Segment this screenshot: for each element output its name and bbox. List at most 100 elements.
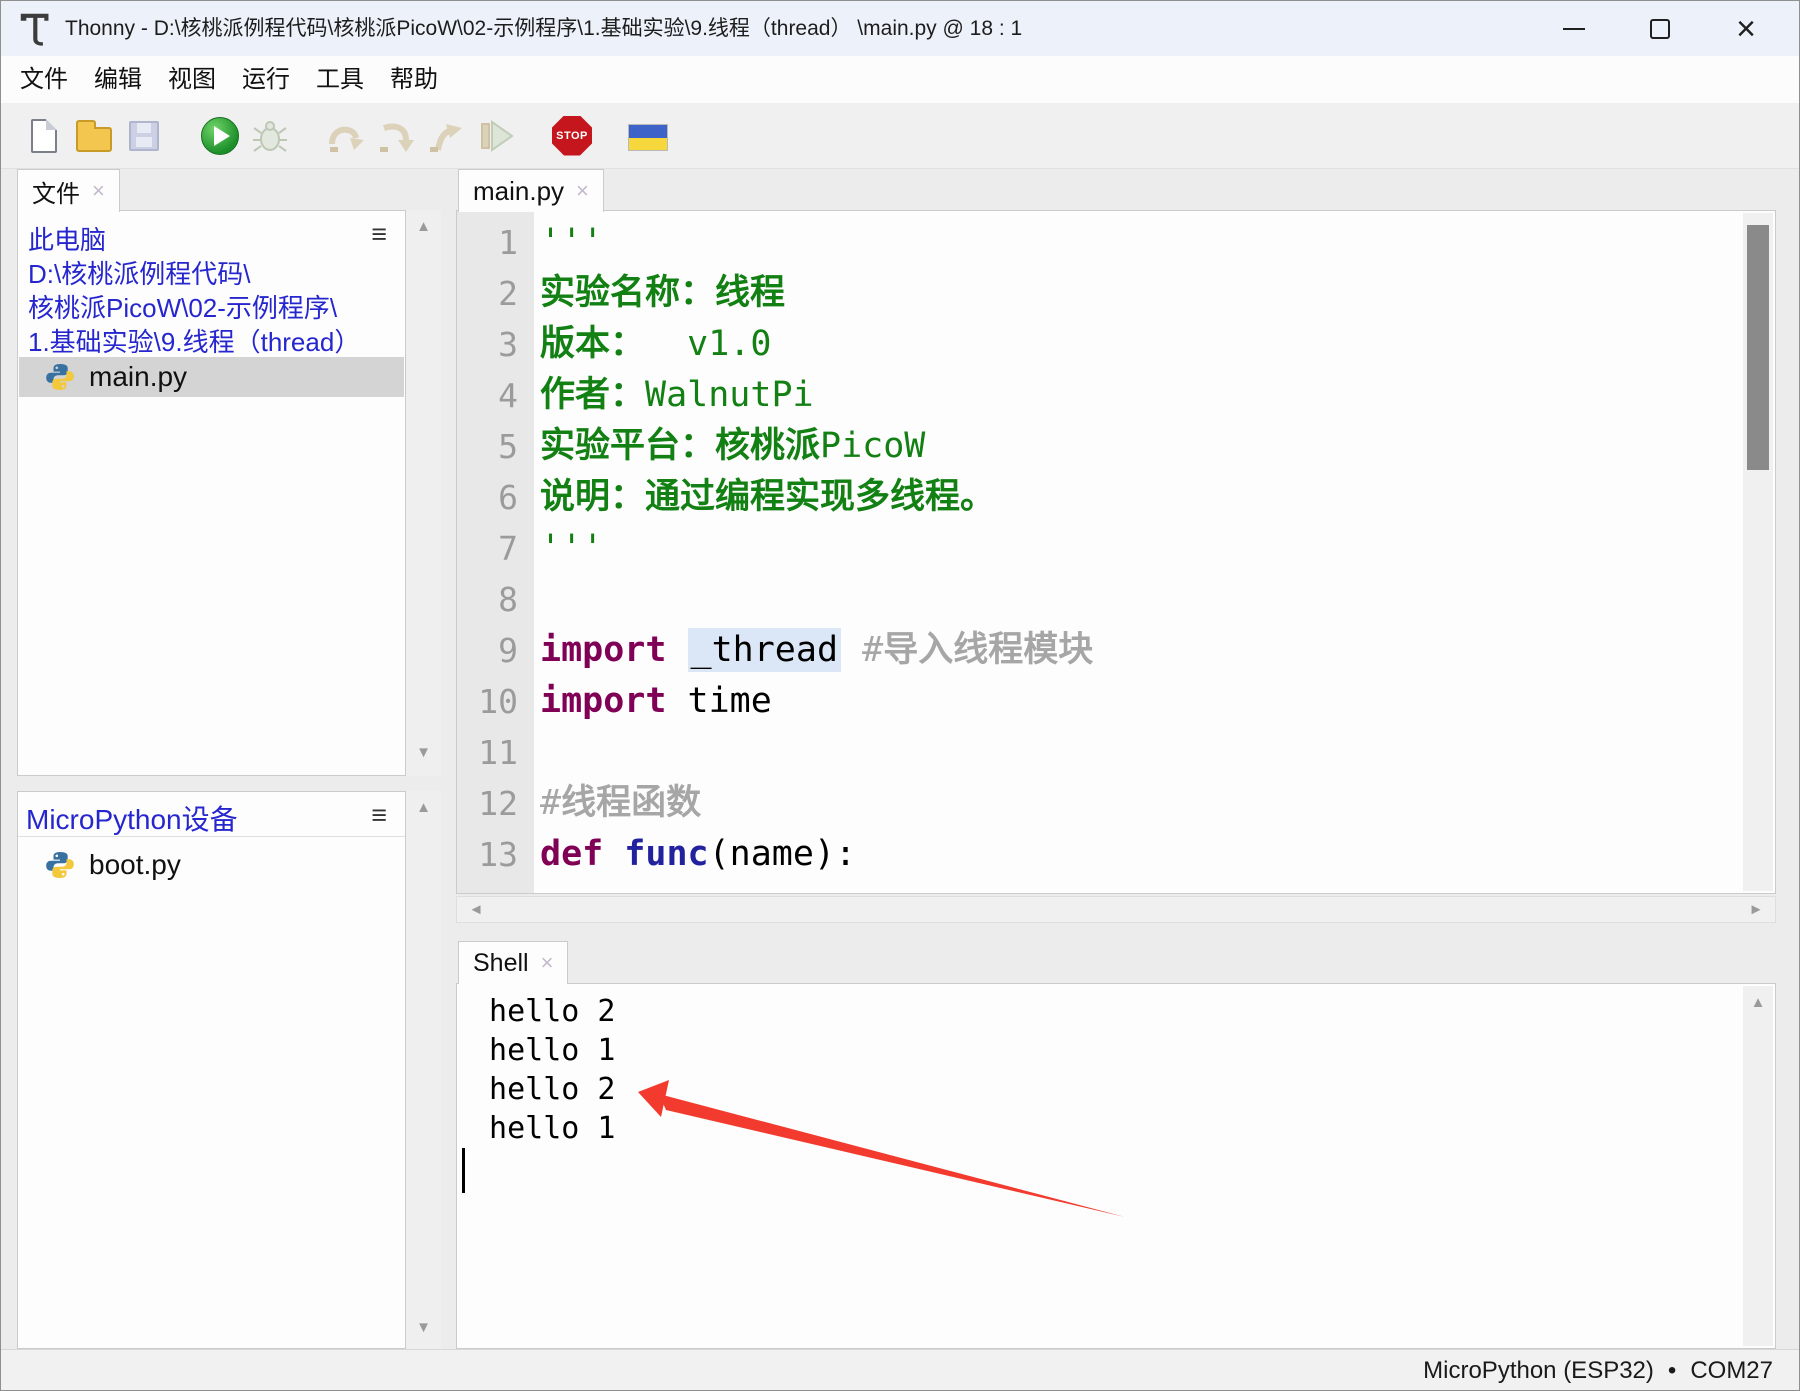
device-panel-title: MicroPython设备 bbox=[26, 798, 238, 838]
menu-tools[interactable]: 工具 bbox=[303, 56, 377, 103]
tab-shell-label: Shell bbox=[473, 949, 529, 978]
status-bar: MicroPython (ESP32) • COM27 bbox=[1, 1349, 1800, 1391]
shell-panel[interactable]: hello 2 hello 1 hello 2 hello 1 ▲ bbox=[456, 983, 1776, 1349]
shell-output-line: hello 2 bbox=[471, 1070, 616, 1109]
line-number: 13 bbox=[457, 829, 534, 880]
scroll-up-icon[interactable]: ▲ bbox=[1743, 994, 1773, 1011]
window-title: Thonny - D:\核桃派例程代码\核桃派PicoW\02-示例程序\1.基… bbox=[65, 1, 1022, 56]
toolbar-button-step-over[interactable] bbox=[325, 113, 367, 159]
file-item-main-py[interactable]: main.py bbox=[19, 357, 404, 397]
tab-main-py[interactable]: main.py × bbox=[458, 169, 604, 212]
save-file-icon bbox=[129, 121, 159, 151]
toolbar: STOP bbox=[1, 103, 1800, 169]
toolbar-button-run-script[interactable] bbox=[199, 113, 241, 159]
editor-vertical-scrollbar[interactable] bbox=[1743, 213, 1773, 891]
code-line-9: 9import _thread #导入线程模块 bbox=[457, 625, 1739, 676]
tab-files-label: 文件 bbox=[32, 174, 80, 209]
device-scrollbar[interactable]: ▲ ▼ bbox=[406, 791, 441, 1349]
close-icon: × bbox=[1736, 12, 1756, 46]
run-script-icon bbox=[201, 117, 239, 155]
port-label[interactable]: COM27 bbox=[1690, 1357, 1773, 1385]
files-panel-menu-icon[interactable]: ≡ bbox=[371, 221, 387, 248]
file-name: boot.py bbox=[89, 849, 181, 881]
minimize-button[interactable] bbox=[1541, 1, 1607, 56]
menu-run[interactable]: 运行 bbox=[229, 56, 303, 103]
tab-close-icon[interactable]: × bbox=[92, 178, 105, 204]
editor-horizontal-scrollbar[interactable]: ◄ ► bbox=[456, 896, 1776, 923]
code-text: import time bbox=[534, 676, 772, 727]
scroll-down-icon[interactable]: ▼ bbox=[406, 744, 441, 761]
code-line-4: 4作者：WalnutPi bbox=[457, 370, 1739, 421]
scroll-down-icon[interactable]: ▼ bbox=[406, 1319, 441, 1336]
text-cursor bbox=[462, 1148, 465, 1193]
shell-output-line: hello 1 bbox=[471, 1031, 616, 1070]
line-number: 6 bbox=[457, 472, 534, 523]
toolbar-button-step-out[interactable] bbox=[425, 113, 467, 159]
line-number: 11 bbox=[457, 727, 534, 778]
menu-help[interactable]: 帮助 bbox=[377, 56, 451, 103]
tab-close-icon[interactable]: × bbox=[576, 178, 589, 204]
file-tree-path-line: 核桃派PicoW\02-示例程序\ bbox=[28, 291, 395, 325]
file-name: main.py bbox=[89, 361, 187, 393]
scroll-up-icon[interactable]: ▲ bbox=[406, 799, 441, 816]
toolbar-button-resume[interactable] bbox=[475, 113, 517, 159]
file-item-boot-py[interactable]: boot.py bbox=[19, 845, 404, 885]
interpreter-selector[interactable]: MicroPython (ESP32) bbox=[1423, 1357, 1654, 1385]
toolbar-button-step-into[interactable] bbox=[375, 113, 417, 159]
device-panel-header: MicroPython设备 ≡ bbox=[18, 792, 405, 837]
tab-main-py-label: main.py bbox=[473, 176, 564, 207]
thonny-window: Thonny - D:\核桃派例程代码\核桃派PicoW\02-示例程序\1.基… bbox=[0, 0, 1800, 1391]
scroll-right-icon[interactable]: ► bbox=[1741, 901, 1771, 918]
open-file-icon bbox=[76, 127, 112, 152]
menu-file[interactable]: 文件 bbox=[7, 56, 81, 103]
code-text: 版本： v1.0 bbox=[534, 319, 771, 370]
code-line-1: 1''' bbox=[457, 217, 1739, 268]
menu-edit[interactable]: 编辑 bbox=[81, 56, 155, 103]
minimize-icon bbox=[1563, 28, 1585, 30]
scroll-left-icon[interactable]: ◄ bbox=[461, 901, 491, 918]
file-tree-path-line: D:\核桃派例程代码\ bbox=[28, 257, 395, 291]
device-panel-menu-icon[interactable]: ≡ bbox=[371, 802, 387, 829]
tab-shell[interactable]: Shell × bbox=[458, 941, 568, 984]
toolbar-button-open-file[interactable] bbox=[73, 113, 115, 159]
thonny-logo-icon bbox=[19, 11, 53, 47]
file-tree-computer[interactable]: 此电脑 bbox=[28, 223, 395, 257]
menu-view[interactable]: 视图 bbox=[155, 56, 229, 103]
toolbar-button-debug-script[interactable] bbox=[249, 113, 291, 159]
code-editor[interactable]: 1'''2实验名称：线程3版本： v1.04作者：WalnutPi5实验平台：核… bbox=[456, 210, 1776, 894]
shell-output-line: hello 1 bbox=[471, 1109, 616, 1148]
code-line-10: 10import time bbox=[457, 676, 1739, 727]
files-scrollbar[interactable]: ▲ ▼ bbox=[406, 210, 441, 776]
file-tree-root[interactable]: 此电脑D:\核桃派例程代码\核桃派PicoW\02-示例程序\1.基础实验\9.… bbox=[18, 211, 405, 359]
ukraine-flag-icon bbox=[628, 124, 668, 151]
code-line-12: 12#线程函数 bbox=[457, 778, 1739, 829]
code-text bbox=[534, 574, 540, 625]
maximize-button[interactable] bbox=[1627, 1, 1693, 56]
tab-close-icon[interactable]: × bbox=[541, 950, 554, 976]
shell-output: hello 2 hello 1 hello 2 hello 1 bbox=[471, 992, 616, 1148]
code-line-7: 7''' bbox=[457, 523, 1739, 574]
toolbar-button-save-file[interactable] bbox=[123, 113, 165, 159]
file-tree-path-line: 1.基础实验\9.线程（thread） bbox=[28, 325, 395, 359]
code-line-2: 2实验名称：线程 bbox=[457, 268, 1739, 319]
toolbar-button-ukraine-flag[interactable] bbox=[627, 113, 669, 159]
toolbar-button-new-file[interactable] bbox=[23, 113, 65, 159]
new-file-icon bbox=[31, 119, 57, 153]
scrollbar-thumb[interactable] bbox=[1747, 225, 1769, 470]
code-lines: 1'''2实验名称：线程3版本： v1.04作者：WalnutPi5实验平台：核… bbox=[457, 217, 1739, 880]
code-line-13: 13def func(name): bbox=[457, 829, 1739, 880]
close-button[interactable]: × bbox=[1713, 1, 1779, 56]
maximize-icon bbox=[1650, 19, 1670, 39]
scroll-up-icon[interactable]: ▲ bbox=[406, 218, 441, 235]
debug-script-icon bbox=[251, 117, 289, 155]
code-line-8: 8 bbox=[457, 574, 1739, 625]
shell-vertical-scrollbar[interactable]: ▲ bbox=[1743, 986, 1773, 1346]
toolbar-button-stop-restart[interactable]: STOP bbox=[551, 113, 593, 159]
line-number: 12 bbox=[457, 778, 534, 829]
line-number: 1 bbox=[457, 217, 534, 268]
code-text: 实验名称：线程 bbox=[534, 268, 785, 319]
code-text: 说明：通过编程实现多线程。 bbox=[534, 472, 995, 523]
tab-files[interactable]: 文件 × bbox=[17, 169, 120, 212]
line-number: 4 bbox=[457, 370, 534, 421]
code-line-5: 5实验平台：核桃派PicoW bbox=[457, 421, 1739, 472]
